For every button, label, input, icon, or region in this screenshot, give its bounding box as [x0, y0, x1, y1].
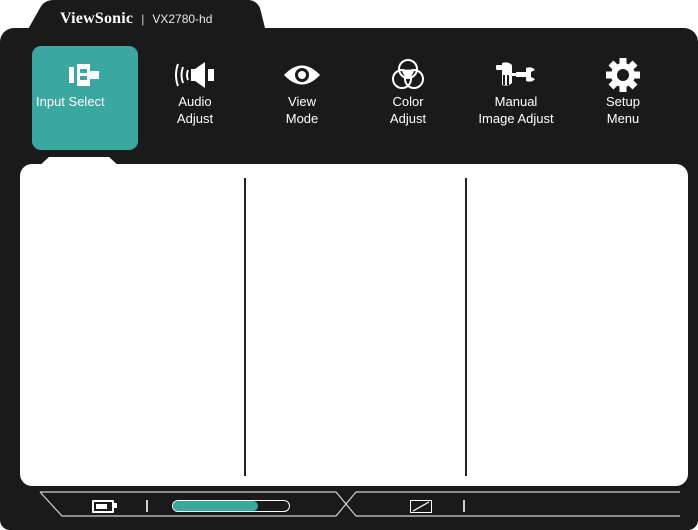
model-name: VX2780-hd: [152, 12, 213, 26]
brand-header: ViewSonic | VX2780-hd: [60, 10, 212, 28]
menu-item-color-adjust[interactable]: Color Adjust: [355, 46, 461, 150]
menu-item-manual-image-adjust[interactable]: Manual Image Adjust: [463, 46, 569, 150]
menu-item-setup-menu[interactable]: Setup Menu: [570, 46, 676, 150]
menu-item-label: Color Adjust: [389, 94, 427, 126]
hand-wrench-icon: [463, 58, 569, 92]
menu-item-audio-adjust[interactable]: Audio Adjust: [142, 46, 248, 150]
menu-item-label: Audio Adjust: [176, 94, 214, 126]
menu-item-view-mode[interactable]: View Mode: [249, 46, 355, 150]
gear-icon: [570, 58, 676, 92]
speaker-icon: [142, 58, 248, 92]
menu-item-label: View Mode: [285, 94, 319, 126]
column-divider: [244, 178, 246, 476]
progress-fill: [173, 501, 258, 511]
progress-bar: [172, 500, 290, 512]
brand-separator: |: [141, 12, 145, 26]
content-panel: [20, 164, 688, 486]
status-separator: [463, 500, 465, 512]
brand-name: ViewSonic: [60, 10, 134, 27]
column-divider: [465, 178, 467, 476]
menu-item-label: Setup Menu: [606, 94, 640, 126]
menu-item-label: Input Select: [36, 94, 105, 109]
battery-tip: [114, 503, 117, 508]
menu-item-input-select[interactable]: Input Select: [32, 46, 138, 150]
rgb-circles-icon: [355, 58, 461, 92]
status-separator: [146, 500, 148, 512]
eye-icon: [249, 58, 355, 92]
input-select-icon: [32, 58, 138, 92]
battery-icon: [92, 500, 114, 513]
menu-item-label: Manual Image Adjust: [478, 94, 554, 126]
aspect-ratio-icon: [410, 500, 432, 513]
osd-menu: ViewSonic | VX2780-hd Input Select Audio…: [0, 0, 698, 530]
